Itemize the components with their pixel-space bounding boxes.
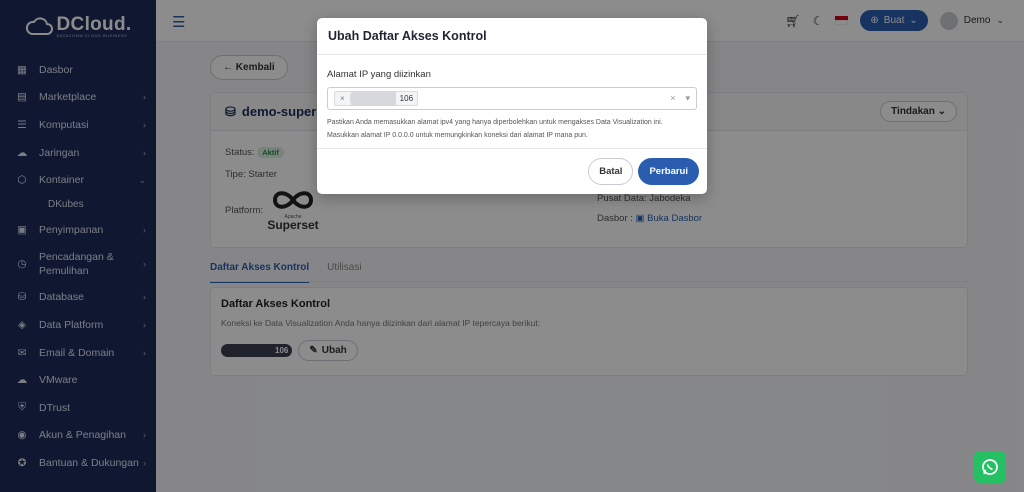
whatsapp-icon — [982, 459, 998, 475]
chip-remove-icon[interactable]: × — [335, 94, 351, 103]
redacted-ip-block — [350, 91, 396, 106]
modal-footer: Batal Perbarui — [317, 148, 707, 194]
whatsapp-chat-button[interactable] — [974, 451, 1006, 483]
edit-acl-modal: Ubah Daftar Akses Kontrol Alamat IP yang… — [317, 18, 707, 194]
modal-title: Ubah Daftar Akses Kontrol — [317, 18, 707, 55]
ip-field-label: Alamat IP yang diizinkan — [327, 69, 431, 80]
clear-icon[interactable]: × — [670, 93, 675, 104]
ip-chip: × 106 — [334, 91, 419, 106]
hint-line-1: Pastikan Anda memasukkan alamat ipv4 yan… — [327, 119, 663, 126]
modal-body: Alamat IP yang diizinkan × 106 × ▾ Pasti… — [317, 55, 707, 142]
ip-chip-value: 106 — [399, 94, 414, 103]
update-button[interactable]: Perbarui — [638, 158, 699, 185]
hint-line-2: Masukkan alamat IP 0.0.0.0 untuk memungk… — [327, 132, 588, 139]
ip-multiselect[interactable]: × 106 × ▾ — [327, 87, 697, 110]
cancel-button[interactable]: Batal — [588, 158, 634, 185]
hint-text: Pastikan Anda memasukkan alamat ipv4 yan… — [327, 116, 697, 142]
dropdown-caret-icon[interactable]: ▾ — [685, 93, 690, 104]
